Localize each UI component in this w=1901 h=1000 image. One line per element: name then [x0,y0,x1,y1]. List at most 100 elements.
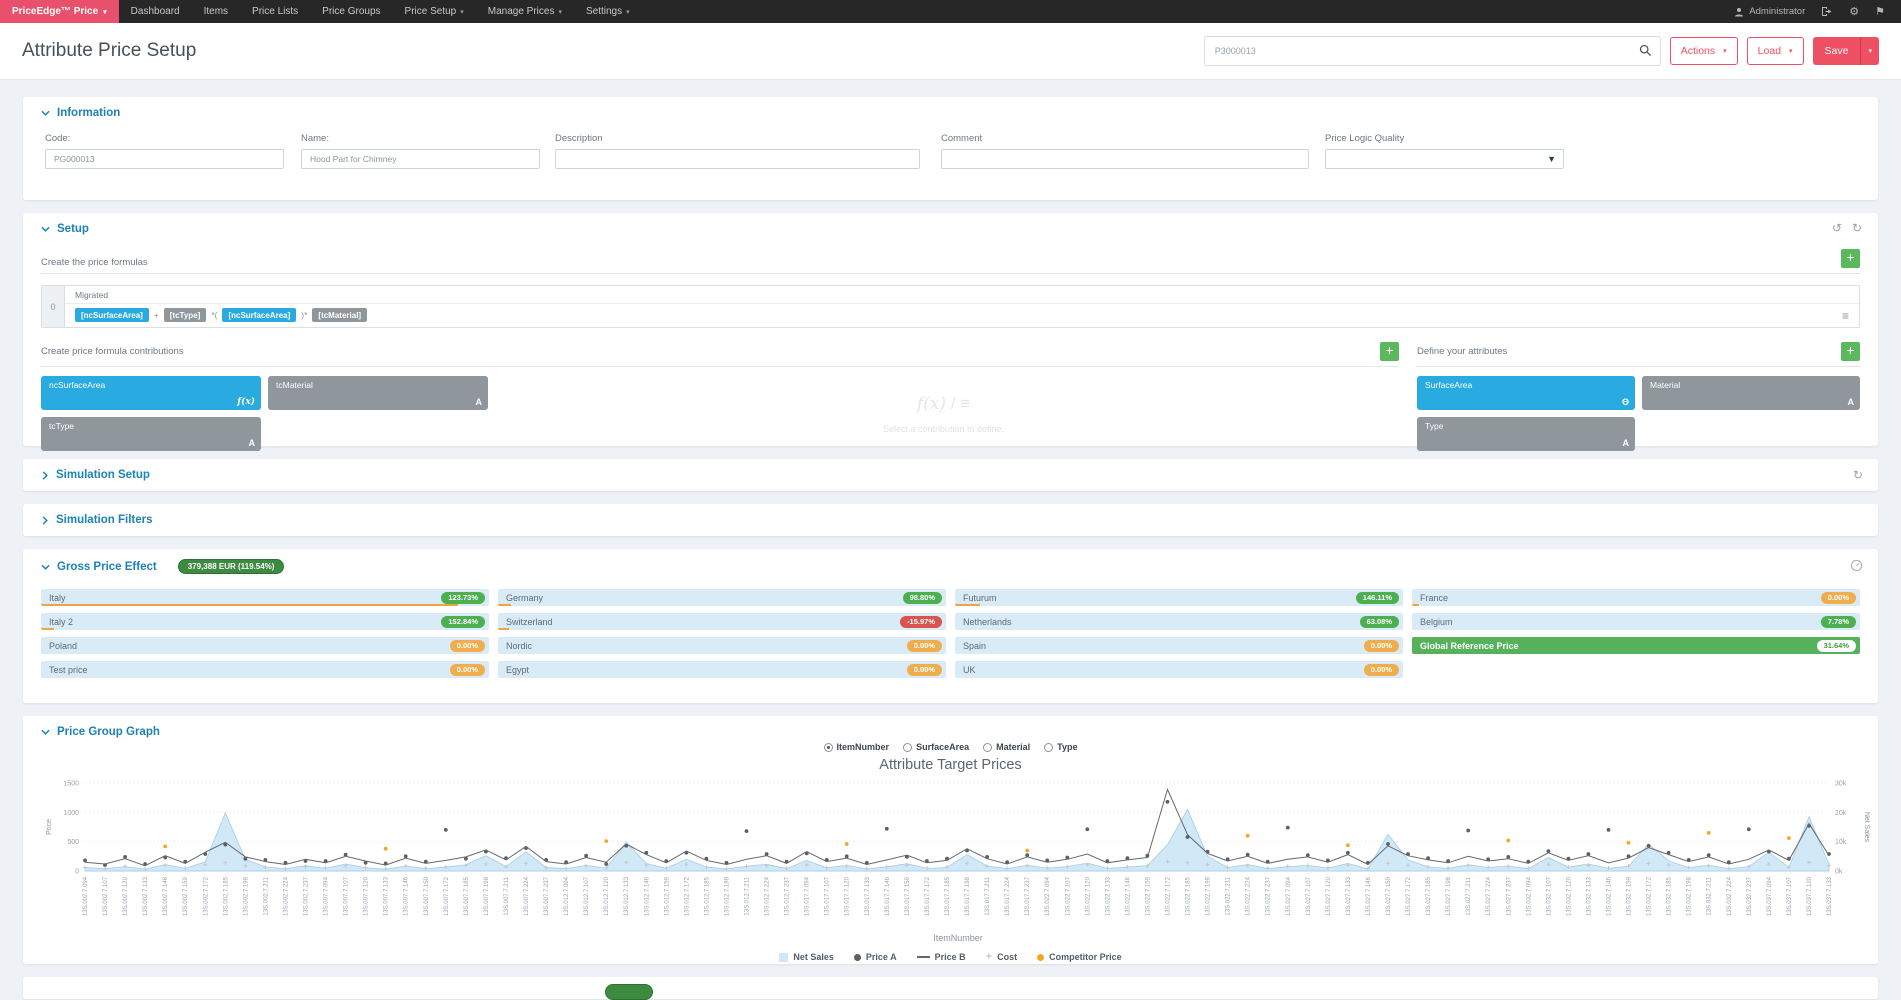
svg-text:13S.012.7.159: 13S.012.7.159 [664,876,670,916]
price-list-row-italy-2[interactable]: Italy 2 152.84% [41,613,489,630]
legend-item-price-b[interactable]: Price B [916,952,966,962]
field-comment: Comment [941,133,1309,169]
redo-icon[interactable]: ↻ [1852,221,1862,235]
nav-item-price-groups[interactable]: Price Groups [310,0,392,23]
legend-dot-marker [1037,953,1045,961]
radio-material[interactable]: Material [983,742,1030,752]
information-fields: Code: Name: Description Comment Price Logic … [23,133,1878,193]
header-actions: Actions ▾ Load ▾ Save ▾ [1203,36,1879,66]
search-input[interactable] [1204,37,1660,65]
code-input[interactable] [45,149,284,169]
contribution-card-tcmaterial[interactable]: tcMaterial A [268,376,488,410]
flag-icon[interactable]: ⚑ [1875,5,1885,18]
description-input[interactable] [555,149,920,169]
search-icon[interactable] [1639,44,1652,57]
gear-icon[interactable]: ⚙ [1849,5,1859,18]
nav-item-dashboard[interactable]: Dashboard [119,0,192,23]
legend-area-marker [779,952,789,962]
attribute-card-material[interactable]: Material A [1642,376,1860,410]
legend-item-competitor-price[interactable]: Competitor Price [1037,952,1122,962]
legend-item-net-sales[interactable]: Net Sales [779,952,834,962]
price-list-row-test-price[interactable]: Test price 0.00% [41,661,489,678]
save-button[interactable]: Save ▾ [1812,37,1879,65]
formula-chip[interactable]: [tcType] [163,308,207,322]
nav-item-price-lists[interactable]: Price Lists [240,0,310,23]
price-list-row-germany[interactable]: Germany 98.80% [498,589,946,606]
svg-text:13S.012.7.211: 13S.012.7.211 [745,876,751,915]
price-list-row-nordic[interactable]: Nordic 0.00% [498,637,946,654]
price-list-name: France [1420,592,1449,603]
actions-label: Actions [1680,45,1716,57]
divider [41,273,1860,274]
card-label: tcType [49,421,75,431]
price-list-row-netherlands[interactable]: Netherlands 63.08% [955,613,1403,630]
actions-button[interactable]: Actions ▾ [1669,37,1738,65]
save-dropdown-caret[interactable]: ▾ [1860,37,1879,65]
price-logic-quality-select[interactable]: ▼ [1325,149,1564,169]
price-group-graph-header[interactable]: Price Group Graph [23,716,1878,738]
price-list-row-switzerland[interactable]: Switzerland -15.97% [498,613,946,630]
formula-name-input[interactable]: Migrated [65,286,1859,304]
total-effect-badge: 379,388 EUR (119.54%) [177,559,285,574]
radio-itemnumber[interactable]: ItemNumber [823,742,889,752]
logout-icon[interactable] [1821,6,1833,17]
attribute-card-surfacearea[interactable]: SurfaceArea Θ [1417,376,1635,410]
formula-chip[interactable]: [ncSurfaceArea] [222,308,297,322]
chevron-down-icon: ▾ [460,8,464,16]
price-list-row-futurum[interactable]: Futurum 146.11% [955,589,1403,606]
price-list-row-uk[interactable]: UK 0.00% [955,661,1403,678]
legend-item-price-a[interactable]: Price A [853,952,897,962]
gross-price-effect-title: Gross Price Effect [57,560,157,573]
contribution-card-ncsurfacearea[interactable]: ncSurfaceArea f(x) [41,376,261,410]
add-formula-button[interactable]: + [1841,249,1860,268]
load-button[interactable]: Load ▾ [1746,37,1804,65]
attribute-card-type[interactable]: Type A [1417,417,1635,451]
formula-row: 0 Migrated [ncSurfaceArea] + [tcType] *([nc… [41,285,1860,328]
percent-badge: -15.97% [900,615,942,628]
add-contribution-button[interactable]: + [1380,342,1399,361]
svg-text:13S.032.7.146: 13S.032.7.146 [1606,876,1612,916]
contributions-section: Create price formula contributions + ncS… [41,342,1399,451]
add-attribute-button[interactable]: + [1841,342,1860,361]
price-list-row-belgium[interactable]: Belgium 7.78% [1412,613,1860,630]
comment-input[interactable] [941,149,1309,169]
contribution-card-tctype[interactable]: tcType A [41,417,261,451]
legend-item-cost[interactable]: + Cost [986,952,1017,963]
gross-price-effect-header[interactable]: Gross Price Effect 379,388 EUR (119.54%) [23,549,1878,574]
svg-text:13S.037.7.120: 13S.037.7.120 [1807,876,1813,916]
name-input[interactable] [301,149,540,169]
price-list-row-france[interactable]: France 0.00% [1412,589,1860,606]
formula-menu-icon[interactable]: ≡ [1842,309,1849,323]
simulation-setup-header[interactable]: Simulation Setup [23,459,1878,481]
chart-wrap: 0 0k 500 10k 1000 20k 1500 30k Price Net Sales 13S… [39,775,1870,952]
nav-item-items[interactable]: Items [192,0,240,23]
radio-type[interactable]: Type [1044,742,1077,752]
field-label: Description [555,133,603,144]
price-chart[interactable]: 0 0k 500 10k 1000 20k 1500 30k Price Net Sales 13S… [39,775,1877,947]
setup-panel: Setup ↺ ↻ Create the price formulas + 0 … [23,213,1878,451]
price-list-row-egypt[interactable]: Egypt 0.00% [498,661,946,678]
nav-item-label: Price Lists [252,6,299,17]
setup-header[interactable]: Setup [23,213,1878,235]
price-list-row-spain[interactable]: Spain 0.00% [955,637,1403,654]
undo-icon[interactable]: ↺ [1832,221,1842,235]
gauge-icon[interactable] [1850,559,1863,572]
refresh-icon[interactable]: ↻ [1853,468,1863,482]
main-content: Information Code: Name: Description Comment… [0,80,1901,1000]
user-menu[interactable]: Administrator [1734,6,1805,17]
price-list-row-global-reference-price[interactable]: Global Reference Price 31.64% [1412,637,1860,654]
simulation-filters-header[interactable]: Simulation Filters [23,504,1878,526]
radio-surfacearea[interactable]: SurfaceArea [903,742,969,752]
nav-item-manage-prices[interactable]: Manage Prices ▾ [476,0,574,23]
formula-chip[interactable]: [tcMaterial] [312,308,368,322]
price-list-row-italy[interactable]: Italy 123.73% [41,589,489,606]
radio-circle-icon [823,742,833,752]
nav-item-price-setup[interactable]: Price Setup ▾ [393,0,476,23]
svg-text:30k: 30k [1835,781,1847,788]
brand-menu[interactable]: PriceEdge™ Price ▾ [0,0,119,23]
contributions-label: Create price formula contributions [41,346,184,357]
price-list-row-poland[interactable]: Poland 0.00% [41,637,489,654]
information-header[interactable]: Information [23,97,1878,119]
formula-chip[interactable]: [ncSurfaceArea] [75,308,149,322]
nav-item-settings[interactable]: Settings ▾ [574,0,642,23]
